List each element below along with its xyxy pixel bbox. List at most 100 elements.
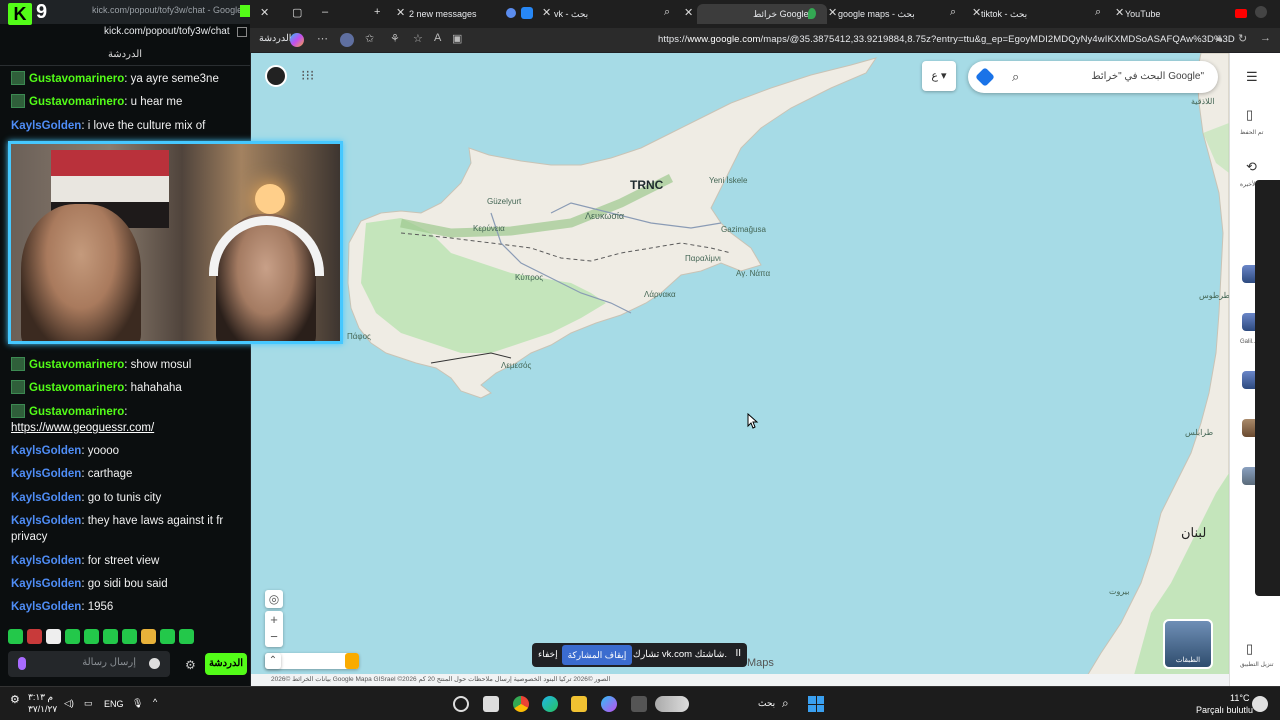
emote-icon[interactable] — [141, 629, 156, 644]
favorite-icon[interactable]: ☆ — [413, 32, 423, 45]
search-icon[interactable]: ⌕ — [782, 696, 789, 711]
zoom-in-button[interactable]: + — [265, 611, 283, 628]
search-icon[interactable]: ⌕ — [1012, 69, 1019, 85]
emote-icon[interactable] — [84, 629, 99, 644]
menu-icon[interactable]: ☰ — [1246, 69, 1258, 85]
chat-username[interactable]: Gustavomarinero — [29, 406, 124, 418]
tab-youtube[interactable]: YouTube — [1125, 4, 1205, 24]
chat-username[interactable]: KaylsGolden — [11, 578, 81, 590]
calculator-icon[interactable] — [483, 696, 499, 712]
tab-close-icon[interactable]: ✕ — [396, 6, 405, 19]
pegman-icon[interactable] — [345, 653, 359, 669]
emote-icon[interactable] — [65, 629, 80, 644]
map-label-ayia-napa[interactable]: Αγ. Νάπα — [736, 269, 770, 278]
stop-sharing-button[interactable]: إيقاف المشاركة — [562, 645, 632, 665]
network-icon[interactable]: ▭ — [84, 698, 93, 709]
weather-temp[interactable]: 11°C — [1230, 693, 1249, 703]
chat-username[interactable]: KaylsGolden — [11, 445, 81, 457]
read-aloud-icon[interactable]: A — [434, 32, 441, 44]
tab-tiktok-search[interactable]: tiktok - بحث — [981, 4, 1091, 24]
map-label-tripoli[interactable]: طرابلس — [1185, 428, 1213, 437]
copilot-icon[interactable] — [601, 696, 617, 712]
task-view-icon[interactable] — [631, 696, 647, 712]
zoom-out-button[interactable]: − — [265, 628, 283, 645]
directions-icon[interactable] — [975, 67, 995, 87]
new-tab-icon[interactable]: + — [374, 6, 380, 18]
map-label-yeni-iskele[interactable]: Yeni İskele — [709, 176, 747, 185]
map-label-trnc[interactable]: TRNC — [630, 178, 663, 192]
gear-icon[interactable]: ⚙ — [185, 658, 196, 672]
url-field[interactable]: https://www.google.com/maps/@35.3875412,… — [658, 34, 1235, 45]
weather-desc[interactable]: Parçalı bulutlu — [1196, 705, 1253, 715]
file-explorer-icon[interactable] — [571, 696, 587, 712]
map-label-paralimni[interactable]: Παραλίμνι — [685, 254, 721, 263]
emote-icon[interactable] — [46, 629, 61, 644]
volume-icon[interactable]: ◁) — [64, 698, 74, 709]
chat-username[interactable]: KaylsGolden — [11, 555, 81, 567]
map-label-latakia[interactable]: اللاذقية — [1191, 97, 1215, 106]
extensions-icon[interactable]: ⚘ — [390, 32, 400, 45]
microphone-icon[interactable]: 🎙︎ — [132, 698, 143, 709]
taskbar-search-placeholder[interactable]: بحث — [758, 698, 775, 709]
edge-icon[interactable] — [542, 696, 558, 712]
microphone-icon[interactable] — [18, 657, 26, 670]
chat-link[interactable]: https://www.geoguessr.com/ — [11, 422, 154, 434]
phone-icon[interactable]: ▯ — [1246, 641, 1253, 657]
clock-time[interactable]: ۳:۱۳ م — [28, 692, 53, 703]
chat-username[interactable]: KaylsGolden — [11, 468, 81, 480]
map-canvas[interactable]: TRNC Λευκωσία Κύπρος Λάρνακα Λεμεσός Πάφ… — [251, 53, 1229, 686]
reload-icon[interactable]: ↻ — [1238, 32, 1247, 45]
map-label-larnaka[interactable]: Λάρνακα — [644, 290, 676, 299]
chat-username[interactable]: Gustavomarinero — [29, 73, 124, 85]
map-label-lebanon[interactable]: لبنان — [1181, 525, 1206, 541]
tab-close-icon[interactable]: ✕ — [972, 6, 981, 19]
account-avatar[interactable] — [265, 65, 287, 87]
copilot-icon[interactable] — [290, 33, 304, 47]
profile-icon[interactable] — [1255, 6, 1267, 18]
tab-google-maps-search[interactable]: google maps - بحث — [838, 4, 948, 24]
sidebar-chat-label[interactable]: الدردشة — [259, 33, 291, 44]
tab-close-icon[interactable]: ✕ — [684, 6, 693, 19]
hide-share-button[interactable]: إخفاء — [538, 649, 558, 660]
map-label-lemesos[interactable]: Λεμεσός — [501, 361, 531, 370]
emote-icon[interactable] — [103, 629, 118, 644]
settings-icon[interactable] — [237, 27, 247, 37]
emote-icon[interactable] — [27, 629, 42, 644]
map-label-lefkosia[interactable]: Λευκωσία — [585, 211, 624, 221]
chat-username[interactable]: Gustavomarinero — [29, 96, 124, 108]
language-indicator[interactable]: ENG — [104, 699, 124, 709]
chat-username[interactable]: Gustavomarinero — [29, 359, 124, 371]
chat-input[interactable]: إرسال رسالة — [8, 651, 170, 677]
profile-avatar-icon[interactable] — [340, 33, 354, 47]
chat-username[interactable]: KaylsGolden — [11, 601, 81, 613]
pause-icon[interactable]: II — [735, 648, 741, 659]
more-icon[interactable]: ⋯ — [317, 32, 328, 45]
minimize-icon[interactable]: – — [322, 6, 328, 18]
emote-icon[interactable] — [8, 629, 23, 644]
maps-search-input[interactable]: ⌕ البحث في "خرائط Google" — [968, 61, 1218, 93]
history-icon[interactable]: ⟲ — [1246, 159, 1257, 175]
settings-icon[interactable]: ⚙ — [10, 693, 20, 706]
map-label-beirut[interactable]: بيروت — [1109, 587, 1129, 596]
emote-icon[interactable] — [122, 629, 137, 644]
bookmark-icon[interactable]: ▯ — [1246, 107, 1253, 123]
close-icon[interactable]: ✕ — [260, 6, 269, 19]
chrome-icon[interactable] — [513, 696, 529, 712]
tray-chevron-icon[interactable]: ^ — [153, 697, 157, 707]
tab-close-icon[interactable]: ✕ — [542, 6, 551, 19]
lock-icon[interactable]: 🔒︎ — [1216, 32, 1222, 45]
map-label-kyrenia[interactable]: Κερύνεια — [473, 224, 505, 233]
search-highlight-icon[interactable] — [655, 696, 689, 712]
tab-messages[interactable]: 2 new messages — [409, 4, 499, 24]
chat-username[interactable]: KaylsGolden — [11, 515, 81, 527]
emote-icon[interactable] — [160, 629, 175, 644]
tab-close-icon[interactable]: ✕ — [828, 6, 837, 19]
app-icon[interactable] — [453, 696, 469, 712]
chat-username[interactable]: KaylsGolden — [11, 120, 81, 132]
restore-icon[interactable]: ▢ — [292, 6, 302, 19]
map-label-gazimagusa[interactable]: Gazimağusa — [721, 225, 766, 234]
split-screen-icon[interactable]: ▣ — [452, 32, 462, 45]
map-label-kypros[interactable]: Κύπρος — [515, 273, 543, 282]
chat-username[interactable]: Gustavomarinero — [29, 382, 124, 394]
windows-start-icon[interactable] — [808, 696, 824, 712]
